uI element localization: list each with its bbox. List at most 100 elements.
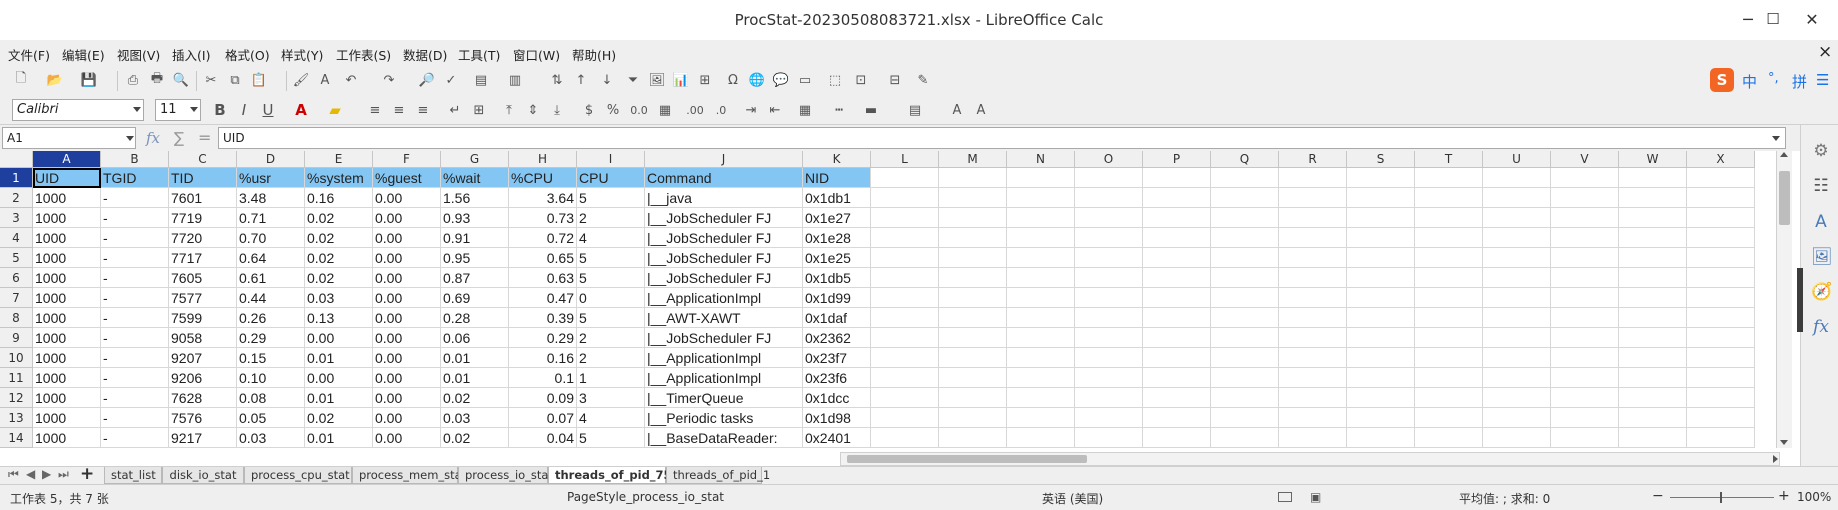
empty-cell[interactable] [1143,308,1211,328]
empty-cell[interactable] [1619,188,1687,208]
table-cell[interactable]: |__TimerQueue [645,388,803,408]
pivot-table-icon[interactable]: ⊞ [696,71,714,89]
align-bottom-icon[interactable]: ⤓ [548,101,566,119]
table-cell[interactable]: 0.02 [305,208,373,228]
last-sheet-icon[interactable]: ⏭ [58,467,69,482]
header-cell[interactable]: TGID [101,168,169,188]
empty-cell[interactable] [1007,208,1075,228]
close-button[interactable]: ✕ [1800,8,1824,32]
table-cell[interactable]: 0x2401 [803,428,871,448]
empty-cell[interactable] [1347,328,1415,348]
empty-cell[interactable] [1483,308,1551,328]
table-cell[interactable]: 1000 [33,428,101,448]
table-cell[interactable]: |__AWT-XAWT [645,308,803,328]
empty-cell[interactable] [1007,388,1075,408]
empty-cell[interactable] [1279,208,1347,228]
empty-cell[interactable] [1619,348,1687,368]
table-cell[interactable]: 0x1daf [803,308,871,328]
header-cell[interactable]: %guest [373,168,441,188]
table-cell[interactable]: 0.29 [237,328,305,348]
menu-data[interactable]: 数据(D) [403,45,447,64]
column-header[interactable]: H [509,151,577,168]
copy-icon[interactable]: ⧉ [226,71,244,89]
table-cell[interactable]: 7605 [169,268,237,288]
table-cell[interactable]: 0.29 [509,328,577,348]
ime-indicator[interactable]: S 中 °, 拼 ☰ [1710,68,1834,92]
table-cell[interactable]: 1000 [33,308,101,328]
table-cell[interactable]: - [101,328,169,348]
scroll-up-icon[interactable] [1780,152,1788,157]
empty-cell[interactable] [1211,308,1279,328]
table-cell[interactable]: 0.00 [373,428,441,448]
table-cell[interactable]: 0x1e27 [803,208,871,228]
empty-cell[interactable] [1619,368,1687,388]
table-cell[interactable]: 0x2362 [803,328,871,348]
column-header[interactable]: R [1279,151,1347,168]
table-cell[interactable]: 0.00 [373,308,441,328]
sheet-tab[interactable]: process_cpu_stat [244,467,352,484]
table-cell[interactable]: 0.00 [305,368,373,388]
menu-window[interactable]: 窗口(W) [513,45,560,64]
add-decimal-icon[interactable]: .00 [686,101,704,119]
row-header[interactable]: 14 [0,428,33,448]
formula-input[interactable]: UID [218,127,1786,149]
redo-icon[interactable]: ↷ [380,71,398,89]
table-cell[interactable]: 0.03 [237,428,305,448]
column-header[interactable]: X [1687,151,1755,168]
table-cell[interactable]: 5 [577,268,645,288]
select-all-corner[interactable] [0,151,33,168]
function-wizard-icon[interactable]: fx [146,129,160,147]
empty-cell[interactable] [1483,328,1551,348]
row-header[interactable]: 8 [0,308,33,328]
date-format-icon[interactable]: ▦ [656,101,674,119]
table-cell[interactable]: 1000 [33,388,101,408]
table-cell[interactable]: 0.00 [373,368,441,388]
empty-cell[interactable] [1687,428,1755,448]
zoom-slider-thumb[interactable] [1720,492,1722,503]
table-cell[interactable]: 1000 [33,328,101,348]
table-cell[interactable]: 0.65 [509,248,577,268]
empty-cell[interactable] [871,308,939,328]
table-cell[interactable]: 0.08 [237,388,305,408]
column-header[interactable]: T [1415,151,1483,168]
align-middle-icon[interactable]: ⇕ [524,101,542,119]
empty-cell[interactable] [1619,388,1687,408]
table-cell[interactable]: 9058 [169,328,237,348]
row-header[interactable]: 1 [0,168,33,188]
table-cell[interactable]: 0.03 [441,408,509,428]
spreadsheet-grid[interactable]: A B C D E F G H I J K L M N O P Q R S T U V W X 1 2 3 4 5 6 7 8 9 10 11 12 1… [0,151,1778,448]
empty-cell[interactable] [939,428,1007,448]
language-status[interactable]: 英语 (美国) [1042,490,1103,507]
table-cell[interactable]: 0.13 [305,308,373,328]
empty-cell[interactable] [1007,328,1075,348]
empty-cell[interactable] [871,288,939,308]
empty-cell[interactable] [1143,248,1211,268]
align-right-icon[interactable]: ≡ [414,101,432,119]
empty-cell[interactable] [1143,228,1211,248]
empty-cell[interactable] [1551,368,1619,388]
empty-cell[interactable] [1007,168,1075,188]
table-cell[interactable]: 0.01 [441,368,509,388]
conditional-format-icon[interactable]: ▤ [906,101,924,119]
column-header[interactable]: Q [1211,151,1279,168]
empty-cell[interactable] [1619,208,1687,228]
column-header[interactable]: P [1143,151,1211,168]
table-cell[interactable]: 1000 [33,348,101,368]
table-cell[interactable]: 1000 [33,368,101,388]
empty-cell[interactable] [1415,368,1483,388]
empty-cell[interactable] [1415,228,1483,248]
header-cell[interactable]: CPU [577,168,645,188]
comment-icon[interactable]: 💬 [772,71,790,89]
table-cell[interactable]: |__ApplicationImpl [645,368,803,388]
menu-tools[interactable]: 工具(T) [458,45,500,64]
empty-cell[interactable] [1347,168,1415,188]
empty-cell[interactable] [1347,288,1415,308]
wrap-text-icon[interactable]: ↵ [446,101,464,119]
maximize-button[interactable]: ☐ [1761,7,1785,31]
empty-cell[interactable] [1279,228,1347,248]
empty-cell[interactable] [1143,348,1211,368]
table-cell[interactable]: |__ApplicationImpl [645,288,803,308]
empty-cell[interactable] [1619,168,1687,188]
empty-cell[interactable] [1551,268,1619,288]
expand-formula-icon[interactable] [1772,136,1780,141]
